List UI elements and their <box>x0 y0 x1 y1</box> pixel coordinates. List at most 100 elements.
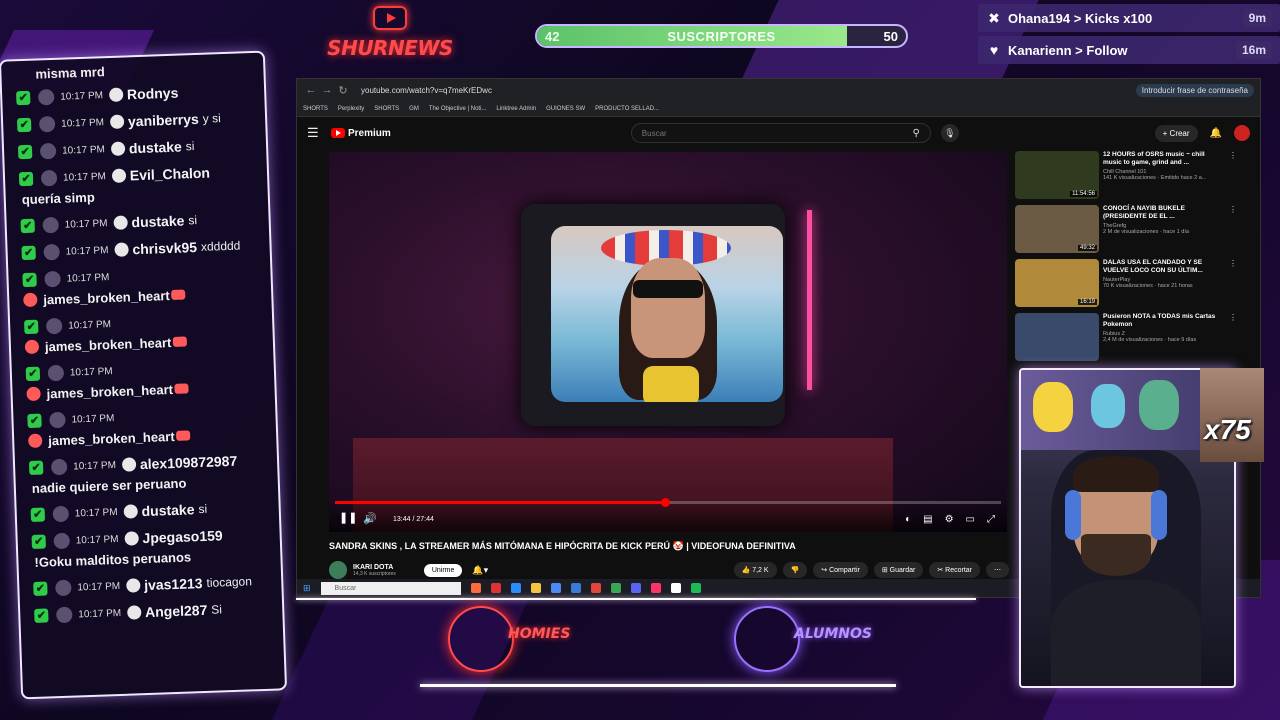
dislike-button[interactable]: 👎 <box>782 562 808 578</box>
chat-username[interactable]: dustake <box>141 501 194 519</box>
microphone-icon[interactable]: 🎙 <box>940 124 959 142</box>
youtube-logo[interactable]: Premium <box>331 128 391 139</box>
check-icon[interactable]: ✔ <box>22 272 37 288</box>
app-icon[interactable] <box>570 583 581 593</box>
video-title[interactable]: CONOCÍ A NAYIB BUKELE (PRESIDENTE DE EL … <box>1103 205 1223 221</box>
bookmark-item[interactable]: Linktree Admin <box>496 106 536 112</box>
subscription-bell-icon[interactable]: 🔔▾ <box>472 565 488 576</box>
chat-username[interactable]: dustake <box>131 212 184 230</box>
video-progress-bar[interactable] <box>335 498 1001 507</box>
check-icon[interactable]: ✔ <box>25 366 41 382</box>
bookmark-item[interactable]: SHORTS <box>303 106 328 112</box>
more-options-icon[interactable]: ⋮ <box>1229 259 1237 311</box>
chat-username[interactable]: alex109872987 <box>140 453 238 472</box>
like-button[interactable]: 👍 7,2 K <box>733 562 777 578</box>
bookmark-item[interactable]: Perplexity <box>338 106 364 112</box>
pause-icon[interactable]: ❚❚ <box>339 511 357 524</box>
chrome-icon[interactable] <box>610 583 621 593</box>
app-icon[interactable] <box>490 583 501 593</box>
chat-username[interactable]: jvas1213 <box>144 575 203 593</box>
bookmark-item[interactable]: SHORTS <box>374 106 399 112</box>
app-icon[interactable] <box>690 583 701 593</box>
subtitles-icon[interactable]: ▤ <box>923 514 932 525</box>
check-icon[interactable]: ✔ <box>34 608 49 623</box>
notifications-icon[interactable]: 🔔 <box>1210 128 1222 139</box>
autoplay-toggle-icon[interactable]: ◐ <box>905 514 911 525</box>
video-thumbnail[interactable]: 11:54:56 <box>1015 151 1099 199</box>
more-options-icon[interactable]: ⋮ <box>1229 151 1237 203</box>
reload-icon[interactable]: ↻ <box>335 84 351 97</box>
theater-mode-icon[interactable]: ▭ <box>966 514 975 525</box>
check-icon[interactable]: ✔ <box>33 581 48 596</box>
check-icon[interactable]: ✔ <box>30 507 46 522</box>
bookmark-item[interactable]: GUIONES SW <box>546 106 585 112</box>
channel-name[interactable]: IKARI DOTA <box>353 564 396 571</box>
check-icon[interactable]: ✔ <box>17 144 33 160</box>
bookmark-item[interactable]: The Objective | Noti... <box>429 106 487 112</box>
more-options-icon[interactable]: ⋮ <box>1229 313 1237 365</box>
file-explorer-icon[interactable] <box>530 583 541 593</box>
video-player[interactable]: ❚❚ 🔊 13:44 / 27:44 ◐ ▤ ⚙ ▭ ⤢ <box>329 152 1007 532</box>
more-actions-icon[interactable]: ⋯ <box>986 562 1009 578</box>
app-icon[interactable] <box>650 583 661 593</box>
chat-username[interactable]: dustake <box>129 139 182 157</box>
settings-icon[interactable]: ⚙ <box>945 514 954 525</box>
video-progress-knob[interactable] <box>660 498 670 507</box>
chat-username[interactable]: Angel287 <box>145 602 208 620</box>
video-title[interactable]: Pusieron NOTA a TODAS mis Cartas Pokemon <box>1103 313 1223 329</box>
menu-icon[interactable]: ☰ <box>307 125 325 141</box>
check-icon[interactable]: ✔ <box>24 319 39 335</box>
join-button[interactable]: Unirme <box>423 563 463 577</box>
password-chip[interactable]: Introducir frase de contraseña <box>1135 83 1254 97</box>
chat-username[interactable]: Rodnys <box>127 85 179 103</box>
forward-icon[interactable]: → <box>319 84 335 96</box>
chat-message: ✔ 10:17 PM james_broken_heart <box>27 402 278 451</box>
chat-username[interactable]: Jpegaso159 <box>142 527 223 546</box>
bookmark-item[interactable]: GM <box>409 106 419 112</box>
check-icon[interactable]: ✔ <box>31 534 46 549</box>
recommended-video[interactable]: Pusieron NOTA a TODAS mis Cartas Pokemon… <box>1015 313 1243 365</box>
create-button[interactable]: + Crear <box>1154 124 1198 142</box>
search-icon[interactable]: ⚲ <box>912 128 919 139</box>
opera-icon[interactable] <box>590 583 601 593</box>
share-button[interactable]: ↪ Compartir <box>813 562 868 578</box>
video-thumbnail[interactable]: 16:19 <box>1015 259 1099 307</box>
chat-username[interactable]: Evil_Chalon <box>130 165 211 184</box>
discord-icon[interactable] <box>630 583 641 593</box>
pokeball-icon[interactable] <box>670 583 681 593</box>
clip-button[interactable]: ✂ Recortar <box>929 562 980 578</box>
bookmark-item[interactable]: PRODUCTO SELLAD... <box>595 106 659 112</box>
check-icon[interactable]: ✔ <box>16 117 32 133</box>
save-button[interactable]: ⊞ Guardar <box>873 562 924 578</box>
brave-icon[interactable] <box>470 583 481 593</box>
account-avatar[interactable] <box>1234 125 1250 141</box>
recommended-video[interactable]: 11:54:56 12 HOURS of OSRS music ~ chill m… <box>1015 151 1243 203</box>
video-title[interactable]: 12 HOURS of OSRS music ~ chill music to … <box>1103 151 1223 167</box>
address-bar[interactable]: youtube.com/watch?v=q7meKrEDwc <box>361 86 1136 95</box>
check-icon[interactable]: ✔ <box>18 171 34 187</box>
video-title[interactable]: DALAS USA EL CANDADO Y SE VUELVE LOCO CO… <box>1103 259 1223 275</box>
windows-start-icon[interactable]: ⊞ <box>303 583 311 594</box>
check-icon[interactable]: ✔ <box>21 245 36 261</box>
user-avatar <box>49 411 66 429</box>
check-icon[interactable]: ✔ <box>27 413 42 429</box>
check-icon[interactable]: ✔ <box>16 90 31 106</box>
edge-icon[interactable] <box>510 583 521 593</box>
chat-username[interactable]: chrisvk95 <box>132 239 197 257</box>
video-thumbnail[interactable] <box>1015 313 1099 361</box>
video-thumbnail[interactable]: 49:32 <box>1015 205 1099 253</box>
chat-username[interactable]: yaniberrys <box>128 111 199 129</box>
back-icon[interactable]: ← <box>303 84 319 96</box>
volume-icon[interactable]: 🔊 <box>363 512 377 525</box>
recommended-video[interactable]: 16:19 DALAS USA EL CANDADO Y SE VUELVE LO… <box>1015 259 1243 311</box>
clip-label: Recortar <box>945 567 972 574</box>
more-options-icon[interactable]: ⋮ <box>1229 205 1237 257</box>
taskbar-search[interactable]: Buscar <box>320 581 461 595</box>
channel-avatar[interactable] <box>329 561 347 579</box>
recommended-video[interactable]: 49:32 CONOCÍ A NAYIB BUKELE (PRESIDENTE D… <box>1015 205 1243 257</box>
store-icon[interactable] <box>550 583 561 593</box>
fullscreen-icon[interactable]: ⤢ <box>987 514 995 525</box>
search-input[interactable]: Buscar ⚲ <box>630 123 931 143</box>
check-icon[interactable]: ✔ <box>28 460 44 476</box>
check-icon[interactable]: ✔ <box>20 218 35 234</box>
